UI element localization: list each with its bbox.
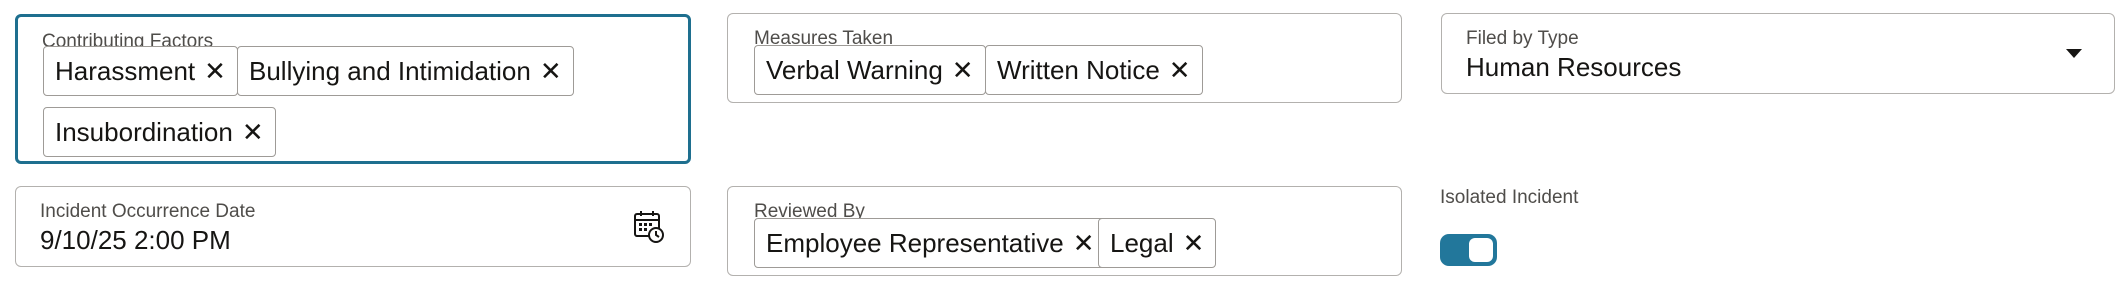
chip-label: Written Notice — [997, 54, 1160, 85]
filed-by-type-value: Human Resources — [1466, 52, 1682, 82]
chip-written-notice[interactable]: Written Notice ✕ — [985, 45, 1203, 95]
filed-by-type-label: Filed by Type — [1466, 28, 1579, 49]
isolated-incident-label: Isolated Incident — [1440, 187, 1579, 208]
chip-label: Bullying and Intimidation — [249, 55, 531, 86]
chip-bullying-and-intimidation[interactable]: Bullying and Intimidation ✕ — [237, 46, 574, 96]
chip-insubordination[interactable]: Insubordination ✕ — [43, 107, 276, 157]
measures-taken-field[interactable]: Measures Taken Verbal Warning ✕ Written … — [727, 13, 1402, 103]
close-icon[interactable]: ✕ — [1169, 57, 1191, 83]
chip-harassment[interactable]: Harassment ✕ — [43, 46, 238, 96]
close-icon[interactable]: ✕ — [1183, 230, 1205, 256]
chip-label: Insubordination — [55, 116, 233, 147]
incident-occurrence-date-value: 9/10/25 2:00 PM — [40, 225, 231, 255]
incident-occurrence-date-label: Incident Occurrence Date — [40, 201, 256, 222]
close-icon[interactable]: ✕ — [242, 119, 264, 145]
close-icon[interactable]: ✕ — [952, 57, 974, 83]
incident-occurrence-date-field[interactable]: Incident Occurrence Date 9/10/25 2:00 PM — [15, 186, 691, 267]
calendar-icon[interactable] — [633, 209, 665, 243]
close-icon[interactable]: ✕ — [204, 58, 226, 84]
chip-verbal-warning[interactable]: Verbal Warning ✕ — [754, 45, 986, 95]
chip-label: Legal — [1110, 227, 1174, 258]
chip-label: Employee Representative — [766, 227, 1064, 258]
filed-by-type-select[interactable]: Filed by Type Human Resources — [1441, 13, 2115, 94]
close-icon[interactable]: ✕ — [540, 58, 562, 84]
chip-employee-representative[interactable]: Employee Representative ✕ — [754, 218, 1107, 268]
close-icon[interactable]: ✕ — [1073, 230, 1095, 256]
chip-label: Verbal Warning — [766, 54, 943, 85]
switch-knob — [1469, 238, 1493, 262]
chip-label: Harassment — [55, 55, 196, 86]
contributing-factors-field[interactable]: Contributing Factors Harassment ✕ Bullyi… — [15, 14, 691, 164]
reviewed-by-field[interactable]: Reviewed By Employee Representative ✕ Le… — [727, 186, 1402, 276]
chip-legal[interactable]: Legal ✕ — [1098, 218, 1217, 268]
chevron-down-icon[interactable] — [2066, 49, 2082, 58]
isolated-incident-switch[interactable] — [1440, 234, 1497, 266]
